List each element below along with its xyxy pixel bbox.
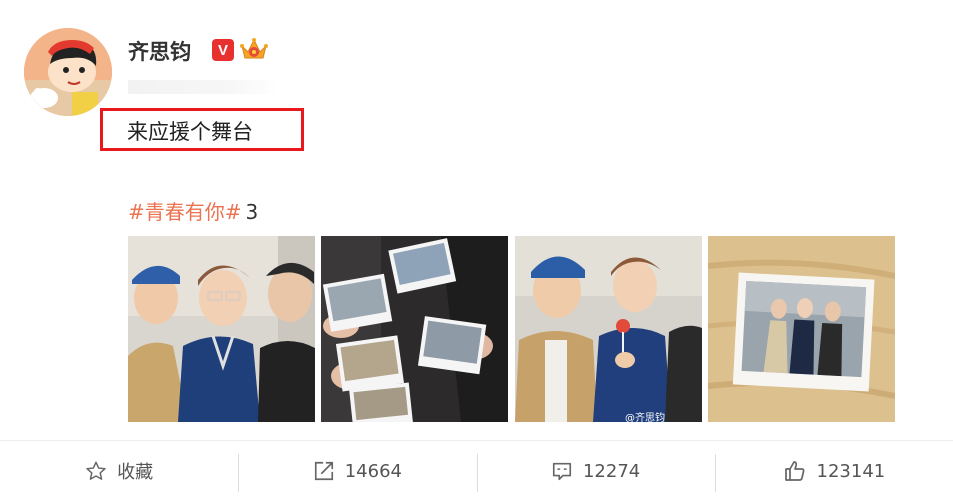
photo-watermark: @齐思钧 [625,413,665,422]
comment-button[interactable]: 12274 [476,441,715,501]
photo-thumbnail-1[interactable] [128,236,315,422]
like-button[interactable]: 123141 [714,441,953,501]
verified-icon: V [212,39,234,61]
action-bar: 收藏 14664 12274 123141 [0,441,953,501]
avatar[interactable] [24,28,112,116]
photo-thumbnail-4[interactable] [708,236,895,422]
share-icon [313,460,335,482]
comment-icon [551,460,573,482]
hashtag-link[interactable]: #青春有你# [128,200,242,224]
thumbs-up-icon [783,459,807,483]
hashtag-row: #青春有你# 3 [128,196,258,225]
post-meta-placeholder [128,80,278,94]
weibo-post: 齐思钧 V 来应援个舞台 #青春有你# 3 @齐思钧 收藏 14664 1227… [0,0,953,501]
repost-count: 14664 [344,460,402,482]
favorite-button[interactable]: 收藏 [0,441,238,501]
photo-thumbnail-2[interactable] [321,236,508,422]
star-icon [85,460,107,482]
repost-button[interactable]: 14664 [238,441,476,501]
comment-count: 12274 [582,460,641,482]
like-count: 123141 [816,460,886,482]
hashtag-suffix: 3 [245,200,259,224]
crown-badge-icon[interactable] [239,36,269,64]
favorite-label: 收藏 [117,462,154,483]
photo-thumbnail-3[interactable]: @齐思钧 [515,236,702,422]
post-text: 来应援个舞台 [127,120,253,144]
username[interactable]: 齐思钧 [128,36,191,66]
